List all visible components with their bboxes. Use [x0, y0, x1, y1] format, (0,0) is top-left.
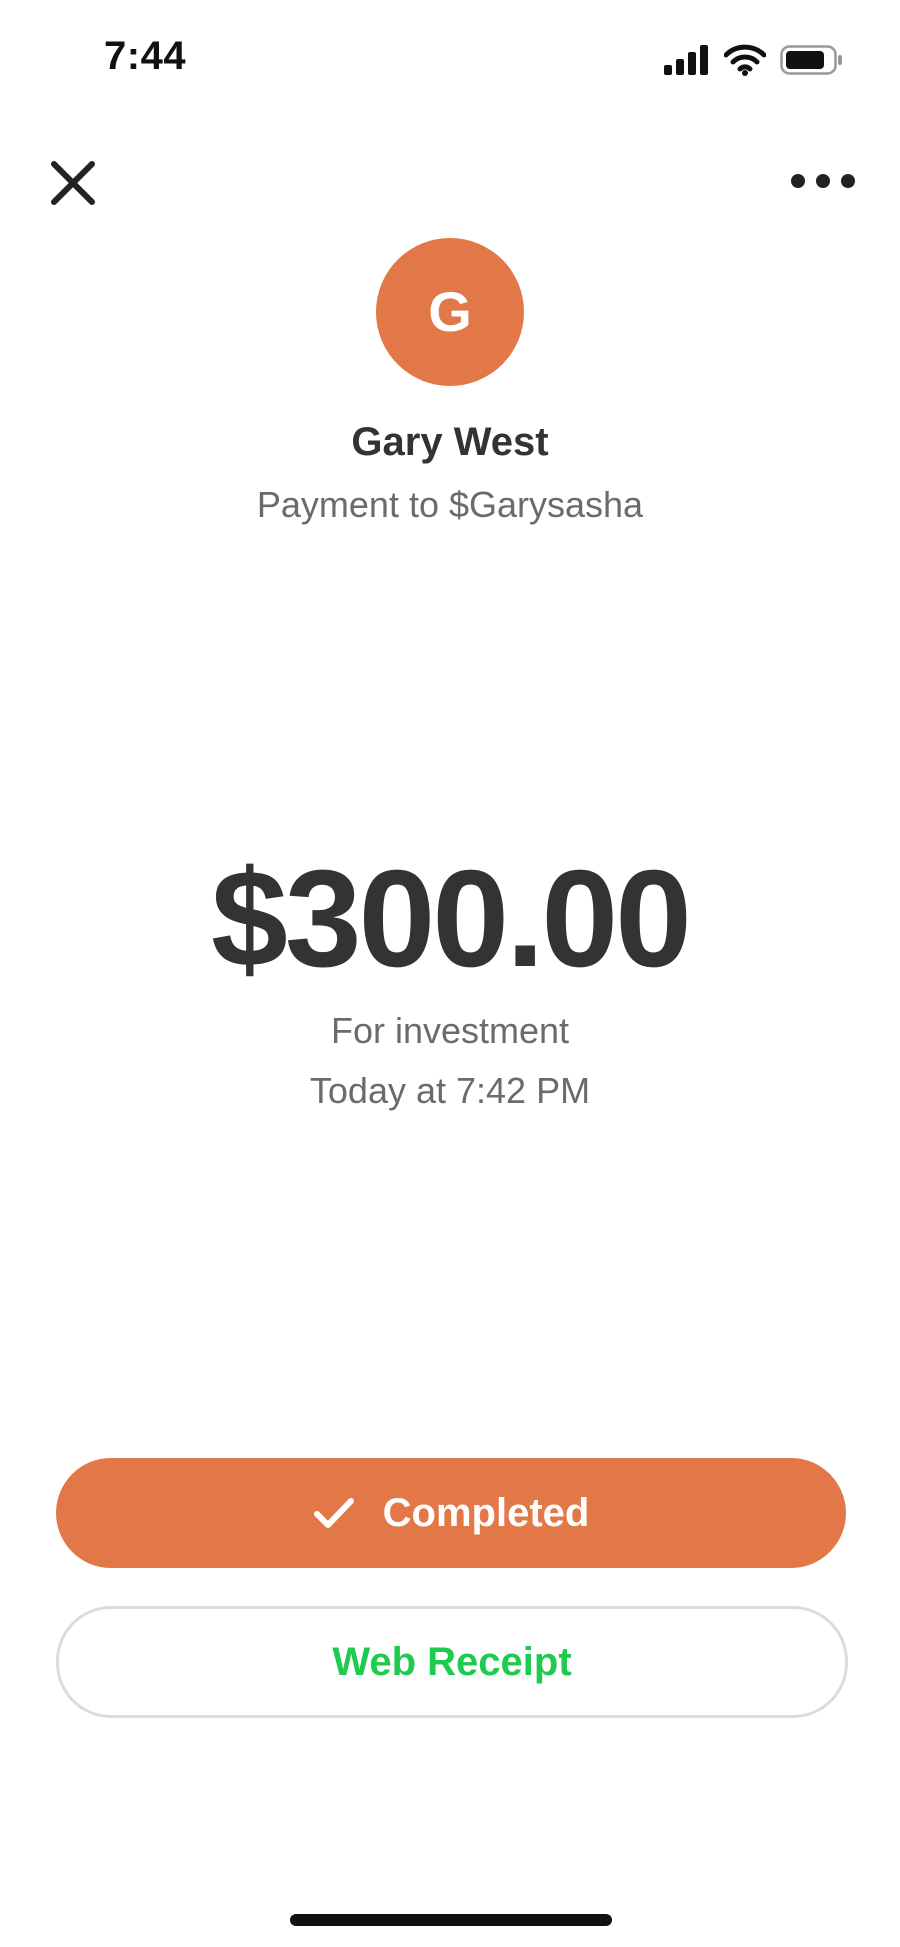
web-receipt-label: Web Receipt — [332, 1639, 572, 1684]
signal-icon — [664, 45, 708, 75]
payment-timestamp: Today at 7:42 PM — [309, 1070, 591, 1111]
recipient-name: Gary West — [351, 420, 549, 464]
avatar: G — [376, 238, 524, 386]
payment-subtitle: Payment to $Garysasha — [256, 484, 644, 525]
web-receipt-button[interactable]: Web Receipt — [56, 1606, 848, 1718]
checkmark-icon — [313, 1498, 354, 1528]
more-options-icon — [791, 174, 855, 188]
close-button[interactable] — [48, 158, 98, 208]
status-icons — [664, 44, 844, 76]
payment-note: For investment — [330, 1010, 570, 1051]
more-options-button[interactable] — [788, 166, 858, 196]
home-indicator[interactable] — [290, 1914, 612, 1926]
battery-icon — [780, 45, 842, 75]
status-time: 7:44 — [104, 34, 187, 78]
close-icon — [51, 161, 95, 205]
avatar-initial: G — [428, 280, 472, 343]
completed-label: Completed — [382, 1490, 590, 1535]
completed-status-button[interactable]: Completed — [56, 1458, 846, 1568]
status-bar: 7:44 — [0, 0, 900, 120]
wifi-icon — [724, 44, 766, 76]
payment-amount: $300.00 — [211, 842, 692, 996]
